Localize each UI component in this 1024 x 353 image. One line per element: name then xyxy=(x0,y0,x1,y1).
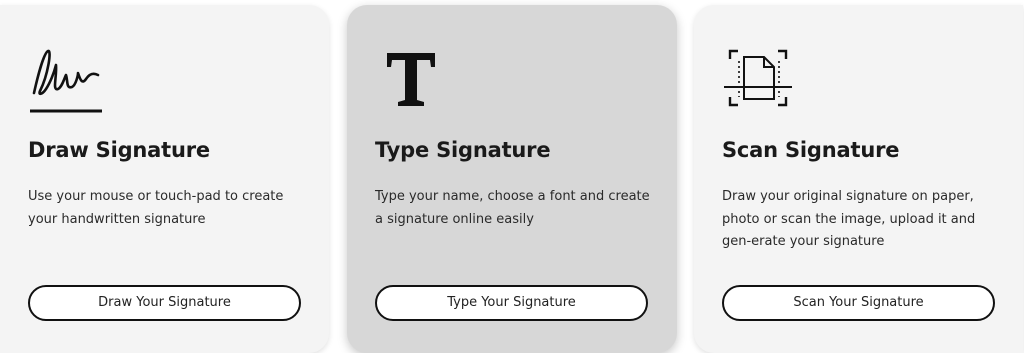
draw-your-signature-button[interactable]: Draw Your Signature xyxy=(28,285,301,321)
draw-signature-card[interactable]: Draw Signature Use your mouse or touch-p… xyxy=(0,5,329,353)
type-signature-card[interactable]: Type Signature Type your name, choose a … xyxy=(347,5,677,353)
type-signature-title: Type Signature xyxy=(375,138,551,162)
signature-options: Draw Signature Use your mouse or touch-p… xyxy=(0,0,1024,353)
draw-signature-description: Use your mouse or touch-pad to create yo… xyxy=(28,189,284,227)
text-type-icon xyxy=(375,45,455,115)
scan-signature-description: Draw your original signature on paper, p… xyxy=(722,189,976,249)
type-your-signature-button[interactable]: Type Your Signature xyxy=(375,285,648,321)
scan-signature-card[interactable]: Scan Signature Draw your original signat… xyxy=(694,5,1023,353)
type-signature-description: Type your name, choose a font and create… xyxy=(375,189,650,227)
handwriting-signature-icon xyxy=(28,45,108,115)
draw-signature-title: Draw Signature xyxy=(28,138,210,162)
scan-your-signature-button[interactable]: Scan Your Signature xyxy=(722,285,995,321)
document-scan-icon xyxy=(722,45,802,115)
scan-signature-title: Scan Signature xyxy=(722,138,900,162)
